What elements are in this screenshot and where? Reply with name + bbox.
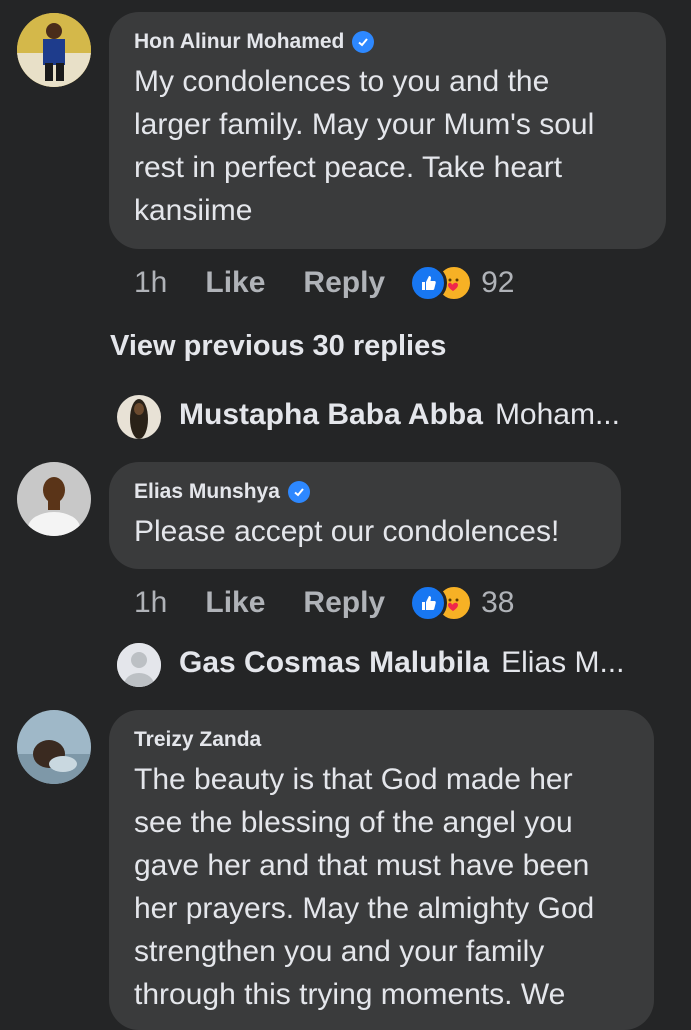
comment-text: Please accept our condolences! <box>134 515 560 548</box>
avatar[interactable] <box>117 395 161 439</box>
avatar[interactable] <box>117 643 161 687</box>
comment-bubble: Hon Alinur Mohamed My condolences to you… <box>109 12 666 249</box>
comment-bubble: Elias Munshya Please accept our condolen… <box>109 462 621 569</box>
like-button[interactable]: Like <box>205 266 265 300</box>
comment-time[interactable]: 1h <box>134 266 167 300</box>
avatar[interactable] <box>17 710 91 784</box>
default-avatar-icon <box>117 643 161 687</box>
like-reaction-icon <box>409 264 448 302</box>
comment-bubble: Treizy Zanda The beauty is that God made… <box>109 710 654 1030</box>
comment-time[interactable]: 1h <box>134 586 167 620</box>
reply-button[interactable]: Reply <box>303 586 385 620</box>
reply-author[interactable]: Mustapha Baba Abba <box>179 398 483 432</box>
verified-badge-icon <box>287 481 310 503</box>
like-button[interactable]: Like <box>205 586 265 620</box>
reply-author[interactable]: Gas Cosmas Malubila <box>179 646 489 680</box>
comment-author[interactable]: Treizy Zanda <box>134 728 261 752</box>
reply-preview[interactable]: Mustapha Baba Abba Moham... <box>179 398 620 432</box>
comment-actions: 1h Like Reply 92 <box>134 263 514 303</box>
comment-text: My condolences to you and the larger fam… <box>134 65 595 227</box>
reply-button[interactable]: Reply <box>303 266 385 300</box>
comment-actions: 1h Like Reply 38 <box>134 583 514 623</box>
reactions[interactable] <box>409 584 474 622</box>
comment-author[interactable]: Hon Alinur Mohamed <box>134 30 344 54</box>
reply-preview[interactable]: Gas Cosmas Malubila Elias M... <box>179 646 624 680</box>
verified-badge-icon <box>352 31 375 53</box>
avatar-photo <box>17 13 91 87</box>
avatar-photo <box>17 462 91 536</box>
reply-text-preview: Moham... <box>494 398 620 431</box>
reactions[interactable] <box>409 264 474 302</box>
like-reaction-icon <box>409 584 448 622</box>
view-previous-replies[interactable]: View previous 30 replies <box>110 330 446 363</box>
avatar-photo <box>17 710 91 784</box>
avatar[interactable] <box>17 13 91 87</box>
reply-text-preview: Elias M... <box>501 646 625 679</box>
comment-text: The beauty is that God made her see the … <box>134 763 595 1011</box>
avatar-photo <box>117 395 161 439</box>
comment-author[interactable]: Elias Munshya <box>134 480 280 504</box>
avatar[interactable] <box>17 462 91 536</box>
reaction-count[interactable]: 38 <box>481 586 514 620</box>
reaction-count[interactable]: 92 <box>481 266 514 300</box>
